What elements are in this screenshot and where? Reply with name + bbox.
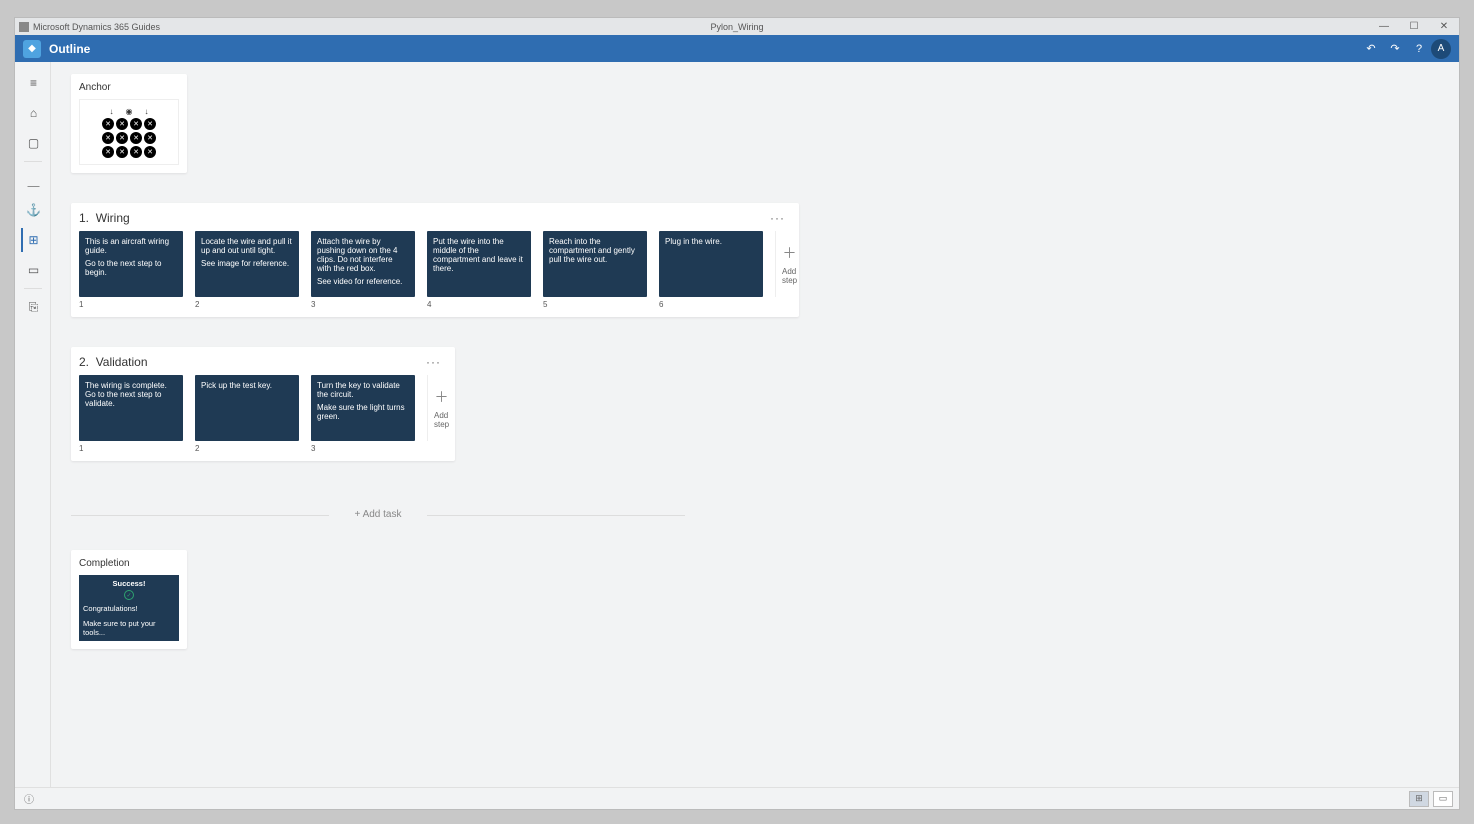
add-step-button[interactable]: ＋ Add step — [427, 375, 449, 441]
step-number: 1 — [79, 444, 83, 453]
redo-button[interactable]: ↷ — [1385, 39, 1405, 59]
task-more-button[interactable]: ··· — [764, 211, 791, 225]
anchor-arrow-icon: ↓ — [144, 107, 148, 116]
account-avatar[interactable]: A — [1431, 39, 1451, 59]
maximize-button[interactable]: ☐ — [1399, 21, 1429, 32]
minimize-button[interactable]: — — [1369, 21, 1399, 32]
plus-icon: ＋ — [435, 387, 449, 407]
task-title[interactable]: 1. Wiring — [79, 211, 130, 225]
step-card[interactable]: Plug in the wire. — [659, 231, 763, 297]
task-more-button[interactable]: ··· — [420, 355, 447, 369]
close-button[interactable]: ✕ — [1429, 21, 1459, 32]
step-card[interactable]: The wiring is complete. Go to the next s… — [79, 375, 183, 441]
step-number: 3 — [311, 444, 315, 453]
step-number: 3 — [311, 300, 315, 309]
anchor-card[interactable]: Anchor ↓ ◉ ↓ ✕✕✕✕ ✕✕✕✕ ✕✕✕✕ — [71, 74, 187, 173]
completion-card[interactable]: Completion Success! ✓ Congratulations! M… — [71, 550, 187, 649]
document-name: Pylon_Wiring — [710, 22, 763, 32]
window-controls: — ☐ ✕ — [1369, 21, 1459, 32]
add-step-button[interactable]: ＋ Add step — [775, 231, 797, 297]
step-card[interactable]: Turn the key to validate the circuit.Mak… — [311, 375, 415, 441]
body: ≡ ⌂ ▢ ⸏ ⚓ ⊞ ▭ ⎘ Anchor ↓ ◉ ↓ — [15, 62, 1459, 787]
app-icon — [19, 22, 29, 32]
task-card-validation: 2. Validation ··· The wiring is complete… — [71, 347, 455, 461]
step-card[interactable]: Put the wire into the middle of the comp… — [427, 231, 531, 297]
anchor-arrow-icon: ↓ — [110, 107, 114, 116]
plus-icon: ＋ — [783, 243, 797, 263]
left-nav-rail: ≡ ⌂ ▢ ⸏ ⚓ ⊞ ▭ ⎘ — [15, 62, 51, 787]
step-number: 1 — [79, 300, 83, 309]
anchor-globe-icon: ◉ — [126, 107, 133, 116]
app-name: Microsoft Dynamics 365 Guides — [33, 22, 160, 32]
step-number: 2 — [195, 444, 199, 453]
step-card[interactable]: Reach into the compartment and gently pu… — [543, 231, 647, 297]
step-view-button[interactable]: ▭ — [1433, 791, 1453, 807]
media-button[interactable]: ▢ — [21, 131, 45, 155]
rail-separator — [24, 161, 42, 162]
step-number: 4 — [427, 300, 431, 309]
outline-view-button[interactable]: ⊞ — [1409, 791, 1429, 807]
titlebar: Microsoft Dynamics 365 Guides Pylon_Wiri… — [15, 18, 1459, 35]
completion-label: Completion — [79, 558, 179, 569]
add-task-button[interactable]: + Add task — [71, 509, 685, 520]
step-card[interactable]: Pick up the test key. — [195, 375, 299, 441]
hamburger-button[interactable]: ≡ — [21, 71, 45, 95]
undo-button[interactable]: ↶ — [1361, 39, 1381, 59]
step-number: 6 — [659, 300, 663, 309]
home-button[interactable]: ⌂ — [21, 101, 45, 125]
content-area: Anchor ↓ ◉ ↓ ✕✕✕✕ ✕✕✕✕ ✕✕✕✕ 1. — [51, 62, 1459, 787]
task-card-wiring: 1. Wiring ··· This is an aircraft wiring… — [71, 203, 799, 317]
step-number: 5 — [543, 300, 547, 309]
help-button[interactable]: ? — [1409, 39, 1429, 59]
anchor-label: Anchor — [79, 82, 179, 93]
placeholder-button[interactable]: ⸏ — [21, 168, 45, 192]
anchor-thumbnail: ↓ ◉ ↓ ✕✕✕✕ ✕✕✕✕ ✕✕✕✕ — [79, 99, 179, 165]
guides-logo-icon: ◆ — [23, 40, 41, 58]
outline-button[interactable]: ⊞ — [21, 228, 45, 252]
step-card[interactable]: Attach the wire by pushing down on the 4… — [311, 231, 415, 297]
header-bar: ◆ Outline ↶ ↷ ? A — [15, 35, 1459, 62]
completion-step: Success! ✓ Congratulations! Make sure to… — [79, 575, 179, 641]
app-window: Microsoft Dynamics 365 Guides Pylon_Wiri… — [14, 17, 1460, 810]
task-title[interactable]: 2. Validation — [79, 355, 148, 369]
step-view-button[interactable]: ▭ — [21, 258, 45, 282]
rail-separator — [24, 288, 42, 289]
step-card[interactable]: Locate the wire and pull it up and out u… — [195, 231, 299, 297]
page-title: Outline — [49, 42, 90, 56]
step-card[interactable]: This is an aircraft wiring guide.Go to t… — [79, 231, 183, 297]
status-bar: ⓘ ⊞ ▭ — [15, 787, 1459, 809]
check-icon: ✓ — [124, 590, 134, 600]
info-icon[interactable]: ⓘ — [21, 791, 37, 806]
step-number: 2 — [195, 300, 199, 309]
anchor-button[interactable]: ⚓ — [21, 198, 45, 222]
recent-button[interactable]: ⎘ — [21, 295, 45, 319]
